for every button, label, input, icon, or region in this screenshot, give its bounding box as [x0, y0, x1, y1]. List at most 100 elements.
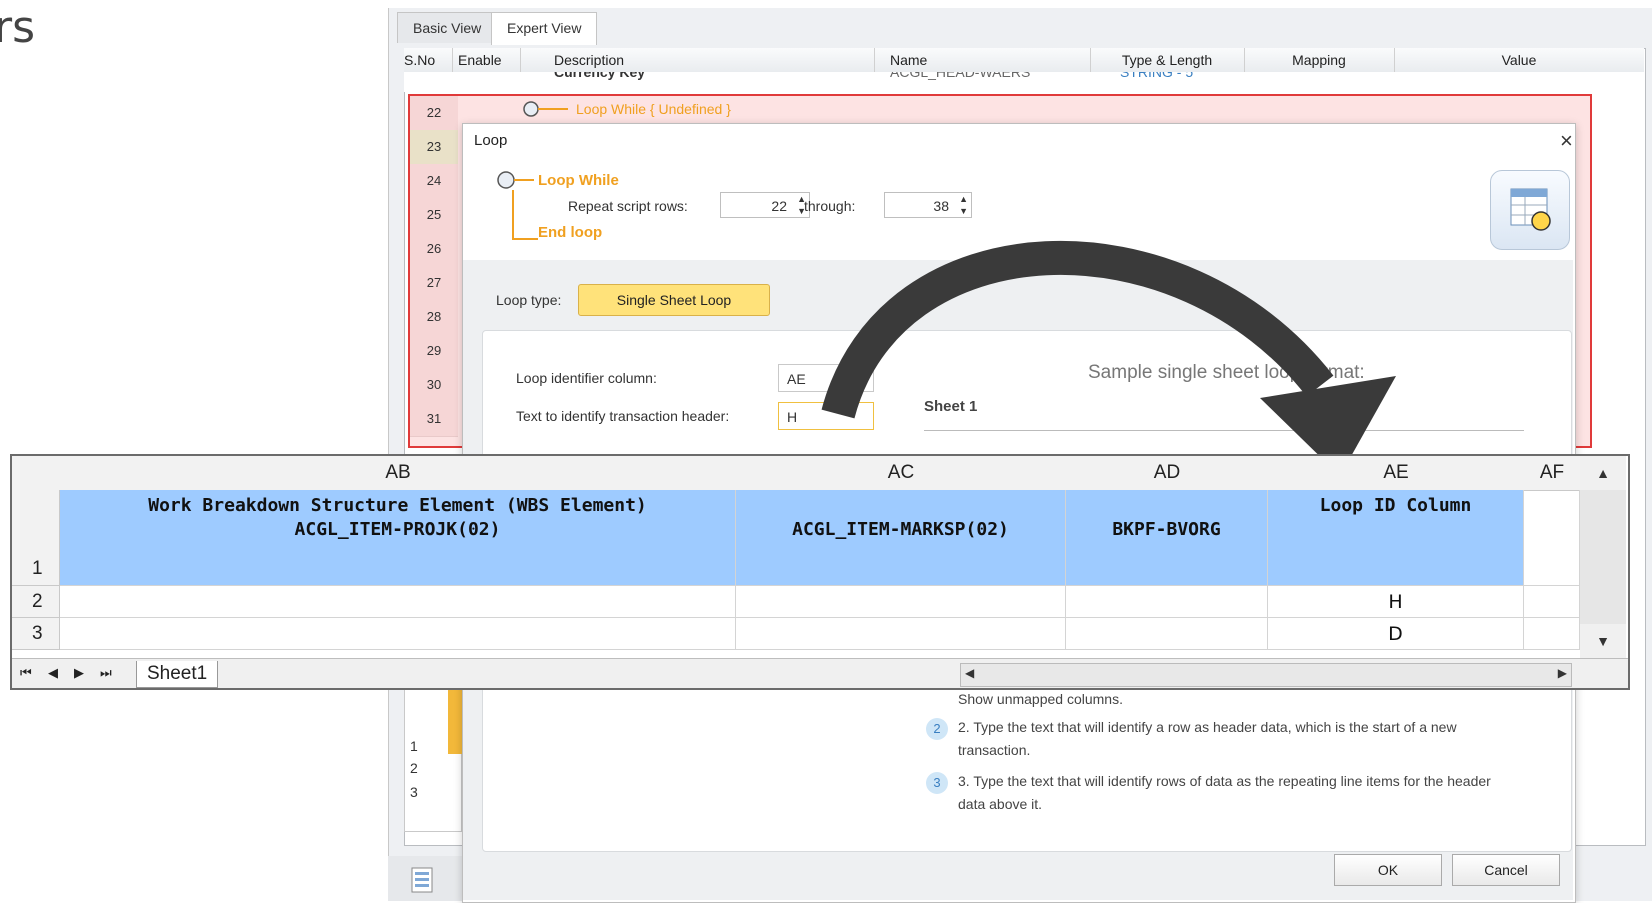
col-header-AC[interactable]: AC [736, 456, 1067, 491]
row-description: Currency Key [554, 72, 646, 80]
row-number: 24 [410, 164, 458, 199]
ok-button[interactable]: OK [1334, 854, 1442, 886]
first-sheet-icon[interactable]: ⏮ [20, 665, 32, 681]
col-header-value[interactable]: Value [1394, 48, 1644, 72]
to-row-stepper[interactable]: 38 ▲ ▼ [884, 192, 972, 218]
row-number: 29 [410, 334, 458, 369]
cell-text: BKPF-BVORG [1112, 519, 1221, 540]
close-icon[interactable]: × [1560, 128, 1573, 154]
cell-AD1[interactable]: BKPF-BVORG [1066, 490, 1268, 586]
scroll-right-icon[interactable]: ▶ [1558, 666, 1567, 680]
step-2-badge: 2 [926, 718, 948, 740]
sheet-navigation-bar: ⏮ ◀ ▶ ⏭ Sheet1 ◀ ▶ [12, 658, 1628, 688]
col-header-name[interactable]: Name [874, 48, 1091, 72]
row-number: 25 [410, 198, 458, 233]
grid-row-partial: Currency Key ACGL_HEAD-WAERS STRING - 5 [404, 72, 1644, 92]
tab-expert-view[interactable]: Expert View [491, 12, 598, 45]
col-header-mapping[interactable]: Mapping [1244, 48, 1395, 72]
row-number: 26 [410, 232, 458, 267]
transaction-header-label: Text to identify transaction header: [516, 408, 730, 424]
row-header-3[interactable]: 3 [12, 618, 60, 650]
row-type: STRING - 5 [1120, 72, 1194, 80]
col-header-AE[interactable]: AE [1268, 456, 1525, 491]
cancel-button[interactable]: Cancel [1452, 854, 1560, 886]
dialog-title: Loop [474, 132, 508, 149]
repeat-rows-label: Repeat script rows: [568, 198, 688, 214]
col-header-type-length[interactable]: Type & Length [1090, 48, 1245, 72]
select-all-corner[interactable] [12, 456, 61, 491]
cell-AE1[interactable]: Loop ID Column [1268, 490, 1524, 586]
cell-AC2[interactable] [736, 586, 1066, 618]
col-header-enable[interactable]: Enable [452, 48, 521, 72]
cell-AD3[interactable] [1066, 618, 1268, 650]
scroll-up-icon[interactable]: ▲ [1580, 456, 1626, 490]
cell-text: Work Breakdown Structure Element (WBS El… [148, 495, 647, 516]
loop-bracket-end [512, 238, 538, 240]
horizontal-scrollbar[interactable]: ◀ ▶ [960, 663, 1572, 687]
cell-AB1[interactable]: Work Breakdown Structure Element (WBS El… [60, 490, 736, 586]
prev-sheet-icon[interactable]: ◀ [48, 665, 58, 681]
last-sheet-icon[interactable]: ⏭ [100, 665, 112, 681]
cell-AD2[interactable] [1066, 586, 1268, 618]
sheet-tab-sheet1[interactable]: Sheet1 [136, 661, 219, 688]
cell-AC3[interactable] [736, 618, 1066, 650]
col-header-AD[interactable]: AD [1066, 456, 1269, 491]
stepper-arrows-icon[interactable]: ▲ ▼ [959, 193, 968, 217]
cell-AB3[interactable] [60, 618, 736, 650]
grid-header: S.No Enable Description Name Type & Leng… [404, 48, 1644, 73]
cell-AE2[interactable]: H [1268, 586, 1524, 618]
scroll-left-icon[interactable]: ◀ [965, 666, 974, 680]
loop-spreadsheet-icon [1490, 170, 1570, 250]
from-row-value: 22 [771, 198, 787, 214]
bg-row-number: 2 [410, 760, 418, 776]
col-header-AF[interactable]: AF [1524, 456, 1581, 491]
cell-AF3[interactable] [1524, 618, 1580, 650]
bg-row-number: 3 [410, 784, 418, 800]
cell-text: Loop ID Column [1319, 495, 1472, 516]
loop-row-label[interactable]: Loop While { Undefined } [576, 96, 731, 122]
status-bar [388, 856, 468, 901]
row-header-1[interactable]: 1 [12, 490, 60, 586]
cell-text: ACGL_ITEM-MARKSP(02) [792, 519, 1009, 540]
next-sheet-icon[interactable]: ▶ [74, 665, 84, 681]
cell-AC1[interactable]: ACGL_ITEM-MARKSP(02) [736, 490, 1066, 586]
vertical-scrollbar[interactable] [1580, 490, 1626, 624]
loop-while-icon [496, 170, 536, 197]
instruction-2: 2. Type the text that will identify a ro… [958, 719, 1457, 758]
loop-id-label: Loop identifier column: [516, 370, 657, 386]
row-number: 22 [410, 96, 458, 131]
through-label: through: [804, 198, 856, 214]
cell-text: ACGL_ITEM-PROJK(02) [294, 519, 501, 540]
end-loop-label: End loop [538, 224, 603, 241]
row-number: 23 [410, 130, 458, 165]
loop-while-label: Loop While [538, 172, 619, 189]
col-header-description[interactable]: Description [520, 48, 875, 72]
col-header-AB[interactable]: AB [60, 456, 737, 491]
page-title-fragment: rs [0, 2, 36, 53]
loop-type-button[interactable]: Single Sheet Loop [578, 284, 770, 316]
to-row-value: 38 [933, 198, 949, 214]
spreadsheet-zoom: AB AC AD AE AF 1 2 3 Work Breakdown Stru… [10, 454, 1630, 690]
cell-AF2[interactable] [1524, 586, 1580, 618]
cell-AB2[interactable] [60, 586, 736, 618]
row-number: 31 [410, 402, 458, 437]
loop-bracket [512, 190, 514, 238]
row-number: 28 [410, 300, 458, 335]
row-number: 27 [410, 266, 458, 301]
curved-arrow-icon [821, 240, 1396, 476]
cell-AE3[interactable]: D [1268, 618, 1524, 650]
step-3-badge: 3 [926, 772, 948, 794]
tab-basic-view[interactable]: Basic View [397, 12, 498, 43]
status-icon [411, 867, 433, 893]
bg-row-number: 1 [410, 738, 418, 754]
row-number: 30 [410, 368, 458, 403]
instruction-3: 3. Type the text that will identify rows… [958, 773, 1491, 812]
cell-AF1[interactable] [1524, 490, 1580, 586]
scroll-down-icon[interactable]: ▼ [1580, 624, 1626, 658]
row-name: ACGL_HEAD-WAERS [890, 72, 1031, 80]
loop-magnifier-icon [522, 100, 570, 123]
row-header-2[interactable]: 2 [12, 586, 60, 618]
loop-type-label: Loop type: [496, 292, 562, 308]
from-row-stepper[interactable]: 22 ▲ ▼ [720, 192, 810, 218]
col-header-sno[interactable]: S.No [404, 48, 453, 72]
